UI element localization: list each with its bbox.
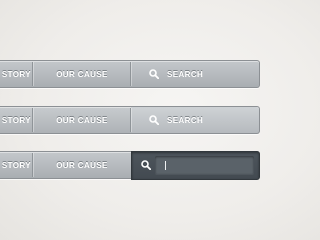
nav-item-story[interactable]: STORY [0, 107, 33, 133]
navbar-hover: STORY OUR CAUSE SEARCH [0, 106, 260, 134]
text-cursor [165, 161, 166, 170]
navbar-default: STORY OUR CAUSE SEARCH [0, 60, 260, 88]
nav-item-our-cause[interactable]: OUR CAUSE [33, 152, 131, 178]
nav-item-our-cause-label: OUR CAUSE [56, 69, 108, 79]
nav-item-our-cause-label: OUR CAUSE [56, 115, 108, 125]
search-icon[interactable] [141, 160, 151, 170]
nav-item-story[interactable]: STORY [0, 152, 33, 178]
search-icon [149, 69, 159, 79]
search-icon [149, 115, 159, 125]
nav-item-search-label: SEARCH [167, 115, 204, 125]
nav-item-our-cause[interactable]: OUR CAUSE [33, 107, 131, 133]
nav-item-search[interactable]: SEARCH [131, 107, 259, 133]
navbar-active: STORY OUR CAUSE [0, 151, 260, 180]
nav-item-story-label: STORY [1, 115, 31, 125]
search-input[interactable] [155, 156, 254, 174]
nav-item-story-label: STORY [1, 69, 31, 79]
nav-item-search[interactable]: SEARCH [131, 61, 259, 87]
nav-item-our-cause[interactable]: OUR CAUSE [33, 61, 131, 87]
nav-item-story[interactable]: STORY [0, 61, 33, 87]
nav-item-story-label: STORY [1, 160, 31, 170]
nav-item-search-label: SEARCH [167, 69, 204, 79]
nav-item-our-cause-label: OUR CAUSE [56, 160, 108, 170]
